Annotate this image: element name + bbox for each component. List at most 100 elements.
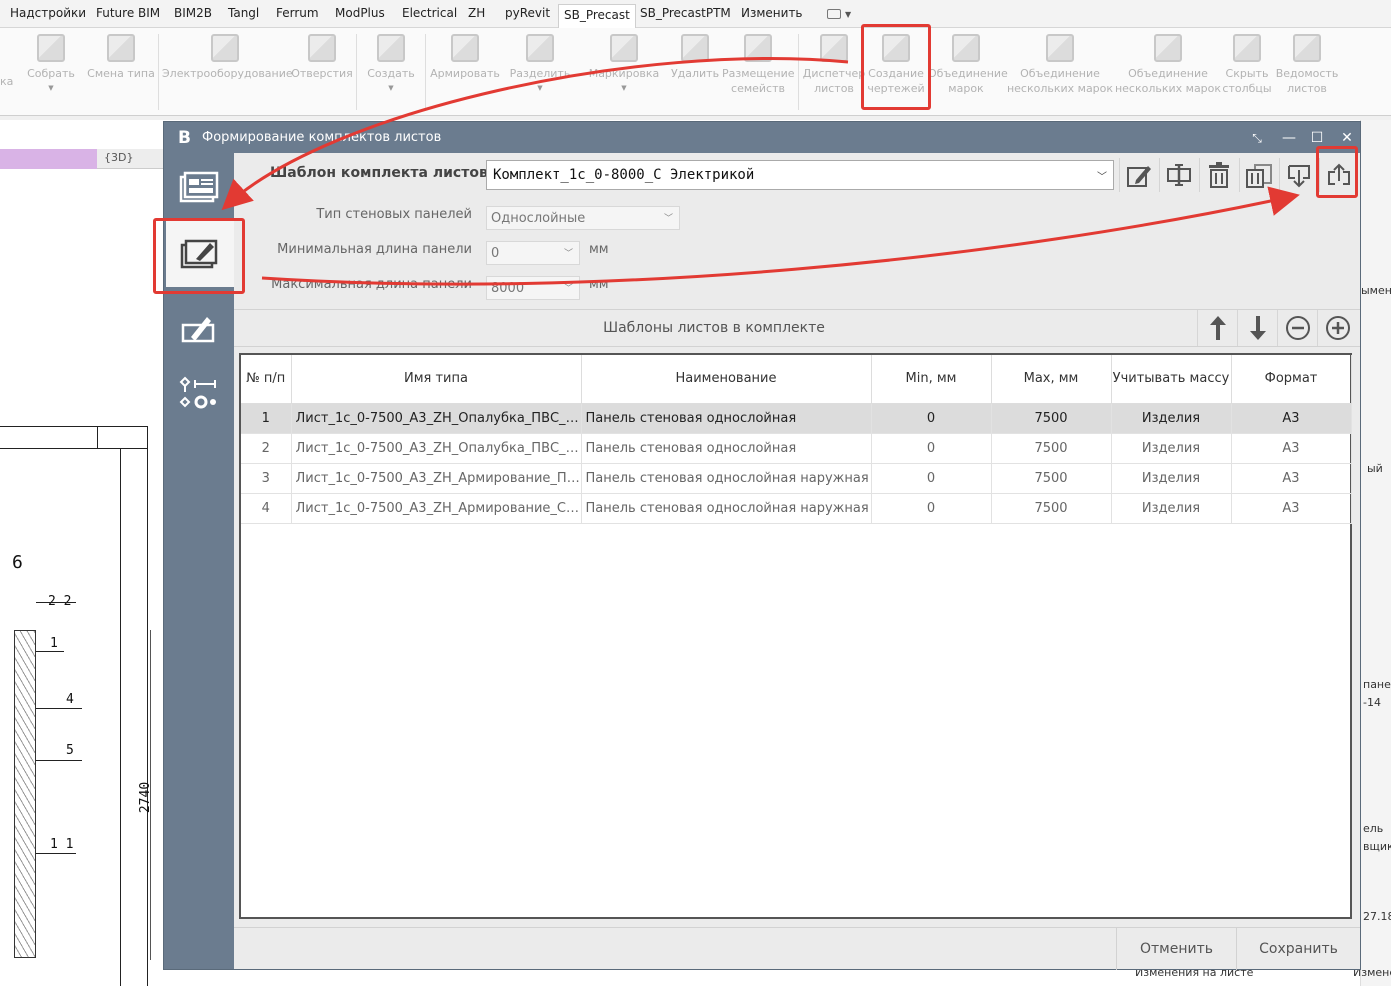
properties-panel-background: ыменени ый панел -14 ель вщик 27.18 Изме… xyxy=(1353,120,1391,986)
vedomost-listov-button[interactable]: Ведомость листов xyxy=(1274,28,1340,96)
wall-section-hatch xyxy=(14,630,36,958)
tab-sb-precastptm[interactable]: SB_PrecastPTM xyxy=(640,6,731,20)
edit-template-button[interactable] xyxy=(1119,158,1157,192)
clean-templates-button[interactable] xyxy=(1239,158,1277,192)
armirovat-button[interactable]: Армировать xyxy=(428,28,502,81)
column-header-min[interactable]: Min, мм xyxy=(871,355,992,404)
sidebar-item-edit[interactable] xyxy=(164,295,234,361)
cell-min: 0 xyxy=(871,493,992,524)
column-header-type-name[interactable]: Имя типа xyxy=(291,355,582,404)
razmeshchenie-button[interactable]: Размещение семейств xyxy=(722,28,795,96)
drawing-label-4: 4 xyxy=(66,692,74,707)
column-header-number[interactable]: № п/п xyxy=(241,355,292,404)
minimize-icon[interactable]: — xyxy=(1278,128,1300,148)
cell-name: Панель стеновая однослойная наружная xyxy=(581,493,872,524)
obedinenie-marok-button[interactable]: Объединение марок xyxy=(928,28,1008,96)
tab-sb-precast[interactable]: SB_Precast xyxy=(558,4,636,28)
table-row[interactable]: 3 Лист_1с_0-7500_А3_ZH_Армирование_ПВС П… xyxy=(241,463,1352,494)
move-up-button[interactable] xyxy=(1197,310,1237,346)
markirovka-button[interactable]: Маркировка ▼ xyxy=(586,28,662,96)
tab-nadstroyki[interactable]: Надстройки xyxy=(10,6,86,20)
chevron-down-icon: ﹀ xyxy=(563,249,573,259)
sozdat-button[interactable]: Создать ▼ xyxy=(360,28,422,96)
tab-future-bim[interactable]: Future BIM xyxy=(96,6,160,20)
maximize-icon[interactable]: ☐ xyxy=(1306,128,1328,148)
view-tab-3d[interactable]: {3D} xyxy=(104,151,133,164)
ribbon-bottom-strip xyxy=(0,116,1391,120)
cell-type-name: Лист_1с_0-7500_А3_ZH_Армирование_Се... xyxy=(291,493,582,524)
udalit-button[interactable]: Удалить xyxy=(668,28,722,81)
sheet-set-dialog: B Формирование комплектов листов ⤡ — ☐ ✕… xyxy=(163,121,1361,970)
properties-text: вщик xyxy=(1363,840,1391,853)
tab-bim2b[interactable]: BIM2B xyxy=(174,6,212,20)
elektro-button[interactable]: Электрооборудование xyxy=(162,28,293,81)
template-select[interactable]: Комплект_1с_0-8000_С Электрикой ﹀ xyxy=(486,160,1114,190)
column-header-format[interactable]: Формат xyxy=(1231,355,1352,404)
sobrat-button[interactable]: Собрать ▼ xyxy=(20,28,82,96)
razdelit-button[interactable]: Разделить ▼ xyxy=(505,28,575,96)
dispetcher-button[interactable]: Диспетчер листов xyxy=(802,28,866,96)
view-tab-active[interactable] xyxy=(0,149,97,169)
cancel-button[interactable]: Отменить xyxy=(1116,928,1236,970)
move-down-button[interactable] xyxy=(1237,310,1277,346)
tab-modplus[interactable]: ModPlus xyxy=(335,6,385,20)
chevron-down-icon: ▼ xyxy=(621,84,627,92)
restore-icon[interactable]: ⤡ xyxy=(1246,128,1268,148)
skryt-stolbcy-button[interactable]: Скрыть столбцы xyxy=(1220,28,1274,96)
highlight-templates-tab xyxy=(153,218,245,294)
table-row[interactable]: 2 Лист_1с_0-7500_А3_ZH_Опалубка_ПВС_Р...… xyxy=(241,433,1352,464)
cell-min: 0 xyxy=(871,403,992,434)
table-row[interactable]: 4 Лист_1с_0-7500_А3_ZH_Армирование_Се...… xyxy=(241,493,1352,524)
remove-sheet-button[interactable] xyxy=(1277,310,1317,346)
app-logo-icon: B xyxy=(178,128,191,148)
chevron-down-icon: ﹀ xyxy=(563,284,573,294)
cell-mass: Изделия xyxy=(1111,403,1232,434)
column-header-mass[interactable]: Учитывать массу xyxy=(1111,355,1232,404)
tab-izmenit[interactable]: Изменить xyxy=(741,6,803,20)
merge-multiple-icon xyxy=(1154,34,1182,62)
tab-electrical[interactable]: Electrical xyxy=(402,6,457,20)
import-template-button[interactable] xyxy=(1279,158,1317,192)
drawing-canvas[interactable]: 2740 6 2 2 1 4 5 1 1 xyxy=(0,170,165,986)
close-icon[interactable]: ✕ xyxy=(1336,128,1358,148)
obedinenie-neskolkih-2-button[interactable]: Объединение нескольких марок xyxy=(1114,28,1222,96)
obedinenie-neskolkih-button[interactable]: Объединение нескольких марок xyxy=(1006,28,1114,96)
sidebar-item-settings[interactable] xyxy=(164,361,234,427)
properties-text: ый xyxy=(1367,462,1383,475)
trash-icon xyxy=(1208,162,1229,188)
add-sheet-button[interactable] xyxy=(1317,310,1357,346)
sheet-templates-toolbar: Шаблоны листов в комплекте xyxy=(234,309,1360,347)
arrow-down-icon xyxy=(1249,316,1266,340)
max-length-input[interactable]: 8000 ﹀ xyxy=(486,276,580,300)
assemble-icon xyxy=(37,34,65,62)
chevron-down-icon[interactable]: ▼ xyxy=(845,10,851,19)
save-button[interactable]: Сохранить xyxy=(1236,928,1360,970)
tab-pyrevit[interactable]: pyRevit xyxy=(505,6,550,20)
table-row[interactable]: 1 Лист_1с_0-7500_А3_ZH_Опалубка_ПВС_Б...… xyxy=(241,403,1352,434)
panel-toggle-icon[interactable] xyxy=(827,9,841,19)
column-header-name[interactable]: Наименование xyxy=(581,355,872,404)
chevron-down-icon: ▼ xyxy=(48,84,54,92)
tab-tangl[interactable]: Tangl xyxy=(228,6,259,20)
min-length-input[interactable]: 0 ﹀ xyxy=(486,241,580,265)
delete-template-button[interactable] xyxy=(1199,158,1237,192)
otverstiya-button[interactable]: Отверстия xyxy=(290,28,354,81)
column-header-max[interactable]: Max, мм xyxy=(991,355,1112,404)
rename-template-button[interactable] xyxy=(1159,158,1197,192)
drawing-line xyxy=(97,426,98,448)
sheet-templates-table: № п/п Имя типа Наименование Min, мм Max,… xyxy=(239,353,1352,919)
drawing-label-5: 5 xyxy=(66,743,74,758)
openings-icon xyxy=(308,34,336,62)
tab-ferrum[interactable]: Ferrum xyxy=(276,6,319,20)
tab-zh[interactable]: ZH xyxy=(468,6,485,20)
merge-multiple-icon xyxy=(1046,34,1074,62)
sidebar-item-sets[interactable] xyxy=(164,155,234,221)
create-icon xyxy=(377,34,405,62)
highlight-export-button xyxy=(1316,146,1358,198)
panel-type-select[interactable]: Однослойные ﹀ xyxy=(486,206,680,230)
dialog-title-bar[interactable]: B Формирование комплектов листов ⤡ — ☐ ✕ xyxy=(164,122,1360,153)
smena-tipa-button[interactable]: Смена типа xyxy=(86,28,156,81)
drawing-line xyxy=(0,426,147,427)
chevron-down-icon: ﹀ xyxy=(1097,172,1107,183)
edit-icon xyxy=(1126,166,1151,187)
